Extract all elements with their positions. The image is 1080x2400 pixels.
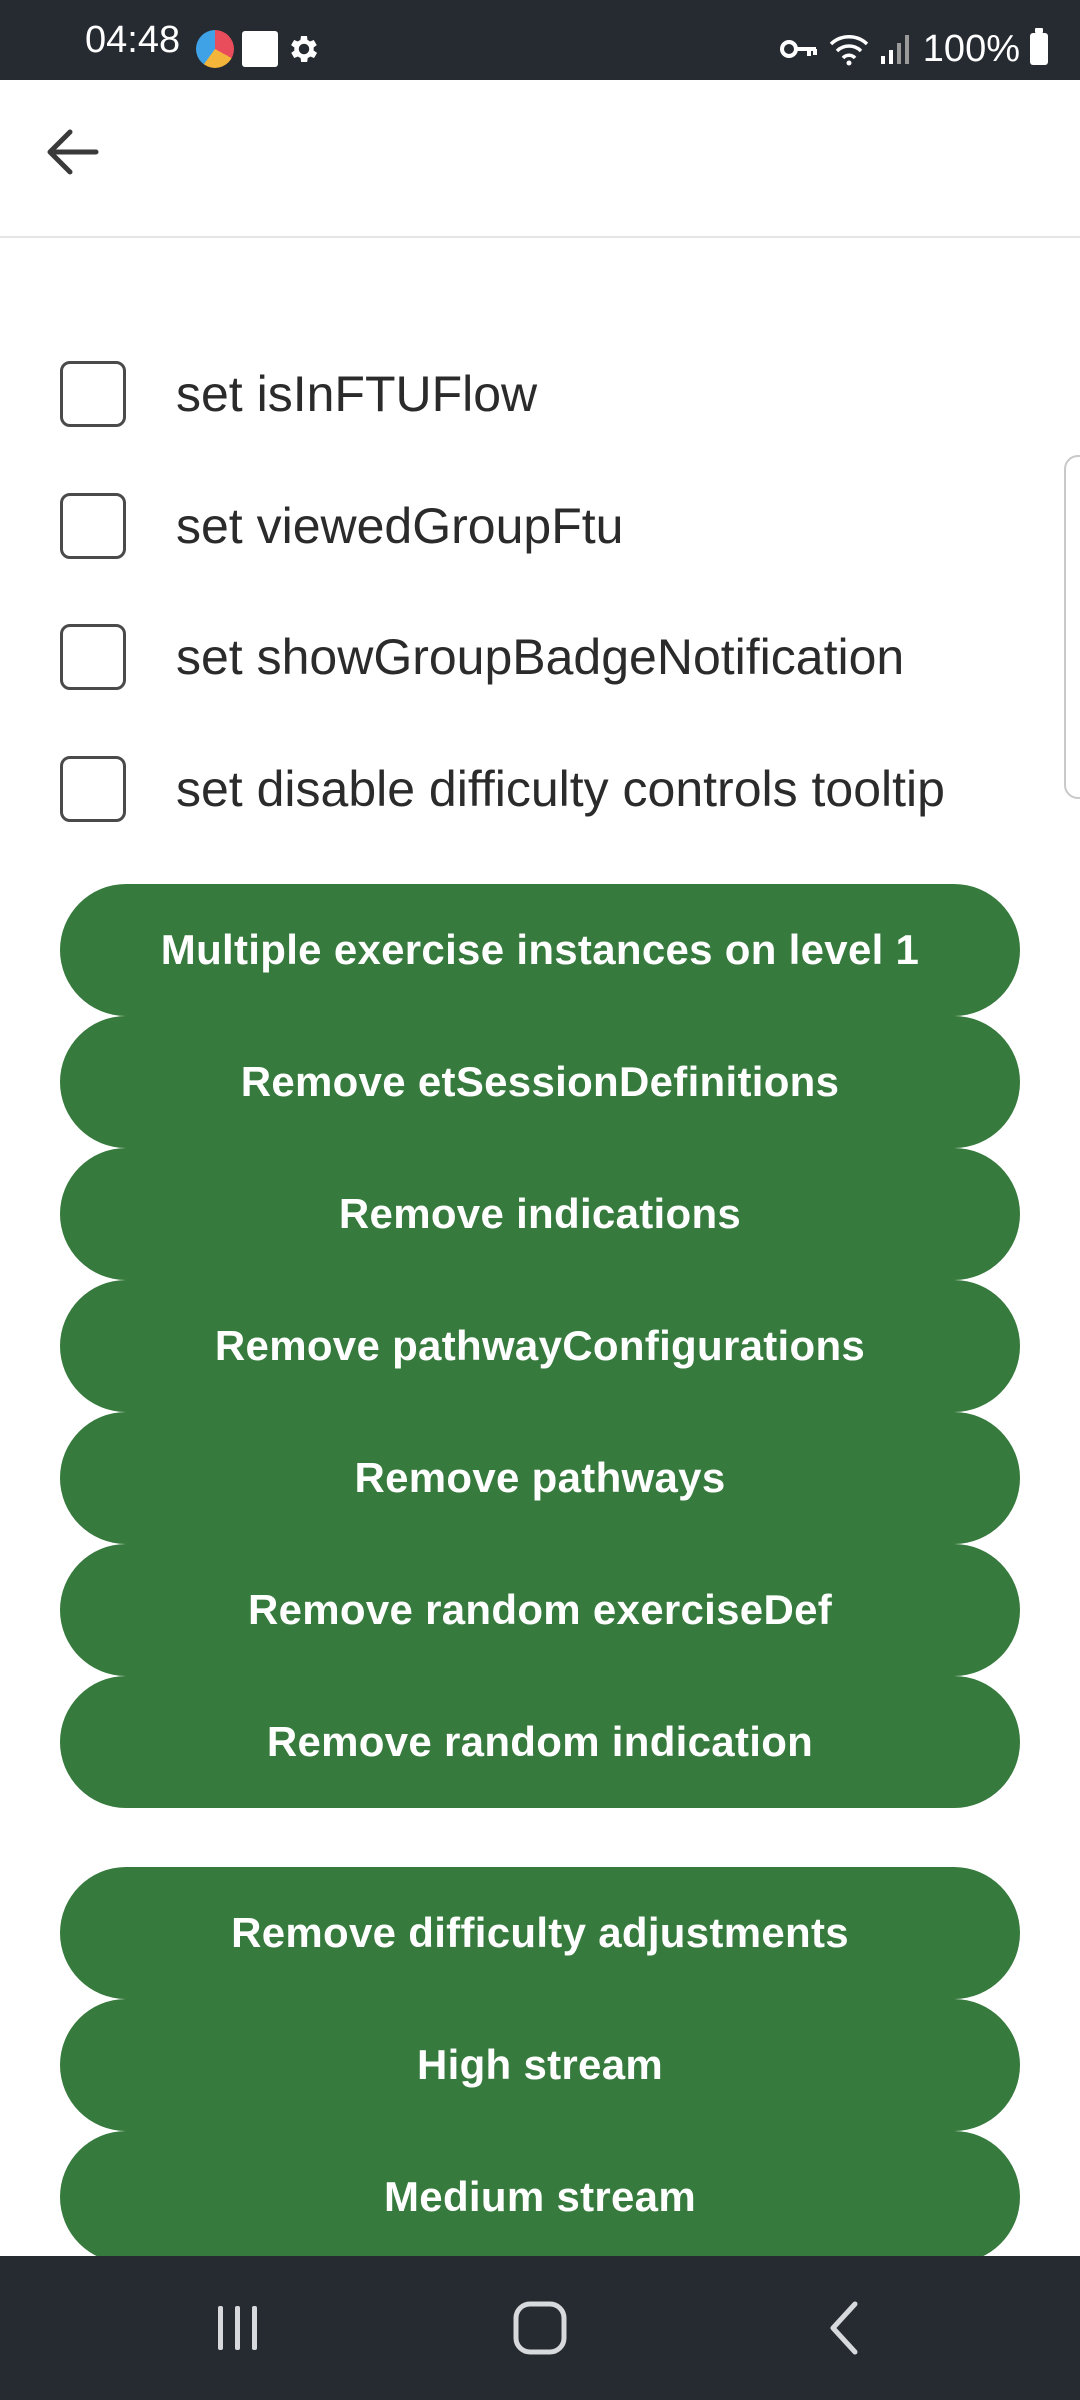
remove-random-exercise-def-button[interactable]: Remove random exerciseDef xyxy=(60,1544,1020,1676)
checkbox-label: set isInFTUFlow xyxy=(176,366,538,422)
cellular-signal-icon xyxy=(880,35,909,64)
status-bar: 04:48 100% xyxy=(0,0,1080,80)
high-stream-button[interactable]: High stream xyxy=(60,1999,1020,2131)
checkbox-row-viewed-group-ftu[interactable]: set viewedGroupFtu xyxy=(60,490,623,562)
nav-back-button[interactable] xyxy=(806,2288,886,2368)
checkbox-label: set showGroupBadgeNotification xyxy=(176,629,905,685)
home-icon xyxy=(513,2301,567,2355)
arrow-left-icon xyxy=(47,129,99,175)
checkbox[interactable] xyxy=(60,361,126,427)
image-notification-icon xyxy=(242,31,278,67)
system-status-icons: 100% xyxy=(779,27,1048,71)
checkbox[interactable] xyxy=(60,624,126,690)
scroll-indicator[interactable] xyxy=(1064,455,1080,799)
checkbox-label: set disable difficulty controls tooltip xyxy=(176,761,945,817)
checkbox-label: set viewedGroupFtu xyxy=(176,498,624,554)
medium-stream-button[interactable]: Medium stream xyxy=(60,2131,1020,2263)
top-app-bar xyxy=(0,80,1080,238)
notification-icons xyxy=(196,30,322,68)
system-navigation-bar xyxy=(0,2256,1080,2400)
battery-percentage: 100% xyxy=(922,27,1020,70)
home-button[interactable] xyxy=(500,2288,580,2368)
checkbox-row-is-in-ftu-flow[interactable]: set isInFTUFlow xyxy=(60,358,537,430)
wifi-icon xyxy=(829,35,869,66)
recents-button[interactable] xyxy=(198,2288,278,2368)
checkbox[interactable] xyxy=(60,493,126,559)
remove-indications-button[interactable]: Remove indications xyxy=(60,1148,1020,1280)
remove-random-indication-button[interactable]: Remove random indication xyxy=(60,1676,1020,1808)
checkbox-row-show-group-badge-notification[interactable]: set showGroupBadgeNotification xyxy=(60,621,904,693)
back-button[interactable] xyxy=(36,116,108,188)
vpn-key-icon xyxy=(779,40,817,58)
remove-pathways-button[interactable]: Remove pathways xyxy=(60,1412,1020,1544)
remove-et-session-definitions-button[interactable]: Remove etSessionDefinitions xyxy=(60,1016,1020,1148)
settings-gear-icon xyxy=(291,35,318,63)
remove-difficulty-adjustments-button[interactable]: Remove difficulty adjustments xyxy=(60,1867,1020,1999)
checkbox-row-disable-difficulty-tooltip[interactable]: set disable difficulty controls tooltip xyxy=(60,753,945,825)
chevron-left-icon xyxy=(830,2301,858,2355)
remove-pathway-configurations-button[interactable]: Remove pathwayConfigurations xyxy=(60,1280,1020,1412)
battery-icon xyxy=(1030,28,1048,65)
app-notification-icon xyxy=(196,30,234,68)
recents-icon xyxy=(218,2306,257,2350)
status-time: 04:48 xyxy=(85,19,181,61)
checkbox[interactable] xyxy=(60,756,126,822)
multiple-exercise-instances-button[interactable]: Multiple exercise instances on level 1 xyxy=(60,884,1020,1016)
